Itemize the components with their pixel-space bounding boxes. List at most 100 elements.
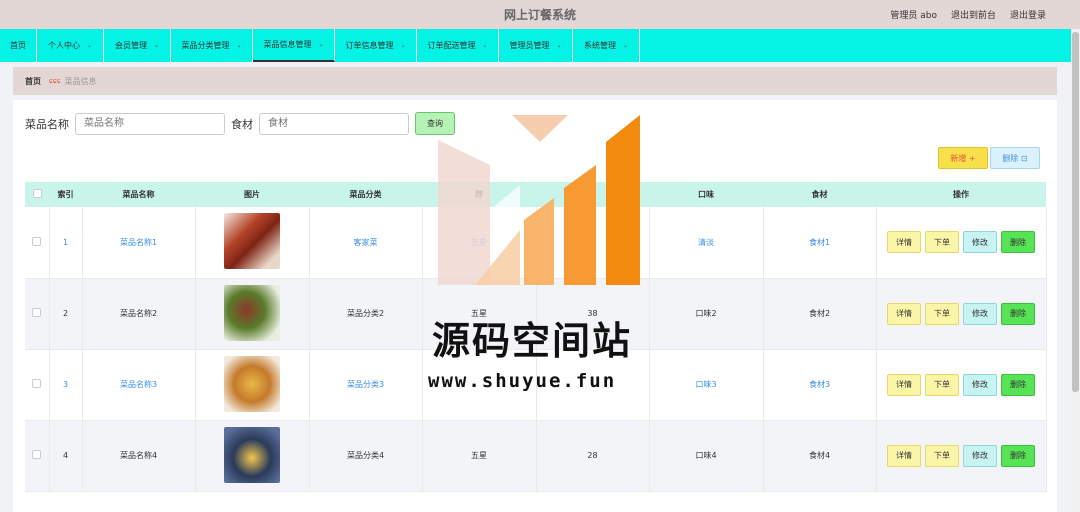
row-index: 4 [49,420,83,492]
row-checkbox[interactable] [25,420,50,492]
ingredient-input[interactable] [259,112,409,135]
edit-button[interactable]: 修改 [963,373,997,396]
row-image [195,207,310,279]
chevron-down-icon: ⌄ [556,42,562,49]
nav-admins[interactable]: 管理员管理 ⌄ [499,29,573,62]
col-taste: 口味 [698,190,714,199]
delete-button[interactable]: 删除 [1001,302,1035,325]
row-taste: 口味2 [649,278,764,350]
detail-button[interactable]: 详情 [887,302,921,325]
row-recommend [422,349,537,421]
main-nav: 首页 个人中心 ⌄ 会员管理 ⌄ 菜品分类管理 ⌄ 菜品信息管理 ⌄ 订单信息管理 ⌄ 订… [0,29,1080,62]
row-actions: 详情 下单 修改 删除 [876,349,1047,421]
col-image: 图片 [244,190,260,199]
chevron-down-icon: ⌄ [482,42,488,49]
row-category: 菜品分类4 [309,420,423,492]
row-index: 3 [49,349,83,421]
row-taste: 口味4 [649,420,764,492]
row-recommend: 五星 [422,278,537,350]
table-header: 索引 菜品名称 图片 菜品分类 荐 口味 食材 操作 [25,182,1046,207]
nav-system[interactable]: 系统管理 ⌄ [573,29,640,62]
nav-members[interactable]: 会员管理 ⌄ [104,29,171,62]
row-taste: 清淡 [649,207,764,279]
nav-home[interactable]: 首页 [0,29,37,62]
delete-button[interactable]: 删除 [1001,231,1035,254]
detail-button[interactable]: 详情 [887,373,921,396]
detail-button[interactable]: 详情 [887,231,921,254]
page-scrollbar[interactable] [1071,29,1080,512]
row-ingredient: 食材3 [763,349,877,421]
detail-button[interactable]: 详情 [887,444,921,467]
row-image [195,278,310,350]
chevron-down-icon: ⌄ [86,42,93,49]
breadcrumb-separator-icon: ɕɕɕ [49,77,61,85]
row-taste: 口味3 [649,349,764,421]
col-ingredient: 食材 [811,190,828,199]
row-checkbox[interactable] [25,349,50,421]
content-panel: 菜品名称 食材 查询 新增 + 删除 ⊡ 索引 菜品名称 图片 菜品分类 荐 口… [13,100,1057,512]
row-actions: 详情 下单 修改 删除 [876,420,1047,492]
row-category: 菜品分类2 [309,278,423,350]
row-category: 菜品分类3 [309,349,423,421]
row-ingredient: 食材1 [763,207,877,279]
select-all-checkbox[interactable] [25,182,49,207]
logout-link[interactable]: 退出登录 [1010,8,1046,21]
nav-delivery[interactable]: 订单配送管理 ⌄ [417,29,499,62]
edit-button[interactable]: 修改 [963,444,997,467]
row-actions: 详情 下单 修改 删除 [876,207,1047,279]
chevron-down-icon: ⌄ [400,42,406,49]
row-number: 38 [536,278,650,350]
chevron-down-icon: ⌄ [236,42,242,49]
row-image [195,420,310,492]
col-index: 索引 [57,190,74,199]
row-checkbox[interactable] [25,207,50,279]
chevron-down-icon: ⌄ [622,42,629,49]
add-button[interactable]: 新增 + [938,147,988,169]
row-number [536,207,650,279]
nav-profile[interactable]: 个人中心 ⌄ [37,29,104,62]
row-image [195,349,310,421]
top-header: 网上订餐系统 管理员 abo 退出到前台 退出登录 [0,0,1080,29]
order-button[interactable]: 下单 [925,231,959,254]
delete-button[interactable]: 删除 [1001,373,1035,396]
order-button[interactable]: 下单 [925,444,959,467]
dish-photo [224,355,280,412]
scrollbar-thumb[interactable] [1072,32,1079,392]
col-number [536,182,649,207]
batch-delete-button[interactable]: 删除 ⊡ [990,147,1040,169]
order-button[interactable]: 下单 [925,373,959,396]
breadcrumb: 首页 ɕɕɕ 菜品信息 [13,67,1057,95]
table-row: 3 菜品名称3 菜品分类3 口味3 食材3 详情 下单 修改 删除 [25,349,1047,421]
delete-button[interactable]: 删除 [1001,444,1035,467]
back-to-front-link[interactable]: 退出到前台 [951,8,996,21]
dish-name-input[interactable] [75,112,225,135]
order-button[interactable]: 下单 [925,302,959,325]
chevron-down-icon: ⌄ [153,42,160,49]
row-number: 28 [536,420,650,492]
col-actions: 操作 [953,190,969,199]
row-number [536,349,650,421]
nav-dish-category[interactable]: 菜品分类管理 ⌄ [171,29,253,62]
nav-orders[interactable]: 订单信息管理 ⌄ [335,29,417,62]
chevron-down-icon: ⌄ [318,41,324,48]
dish-photo [224,213,280,270]
row-index: 1 [49,207,83,279]
edit-button[interactable]: 修改 [963,302,997,325]
row-dish-name: 菜品名称3 [82,349,196,421]
row-dish-name: 菜品名称2 [82,278,196,350]
edit-button[interactable]: 修改 [963,231,997,254]
ingredient-label: 食材 [231,117,253,131]
col-category: 菜品分类 [349,190,382,199]
search-button[interactable]: 查询 [415,112,455,135]
breadcrumb-current: 菜品信息 [64,76,97,86]
row-dish-name: 菜品名称1 [82,207,196,279]
search-bar: 菜品名称 食材 查询 [25,112,455,135]
nav-dish-info[interactable]: 菜品信息管理 ⌄ [253,29,335,62]
table-row: 1 菜品名称1 客家菜 五星 清淡 食材1 详情 下单 修改 删除 [25,207,1047,279]
header-right: 管理员 abo 退出到前台 退出登录 [876,0,1046,29]
breadcrumb-home[interactable]: 首页 [25,76,41,87]
app-title: 网上订餐系统 [503,8,576,22]
row-checkbox[interactable] [25,278,50,350]
table-row: 2 菜品名称2 菜品分类2 五星 38 口味2 食材2 详情 下单 修改 删除 [25,278,1047,350]
row-index: 2 [49,278,83,350]
